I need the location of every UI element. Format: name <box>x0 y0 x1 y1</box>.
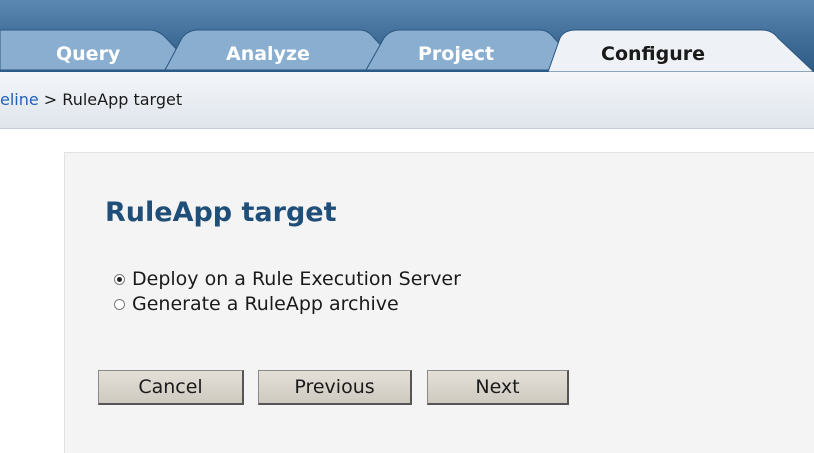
breadcrumb-link[interactable]: eline <box>0 90 39 109</box>
option-generate-archive-label: Generate a RuleApp archive <box>132 293 399 315</box>
option-generate-archive[interactable]: Generate a RuleApp archive <box>114 293 399 315</box>
tab-analyze[interactable]: Analyze <box>226 43 310 65</box>
option-deploy-res-label: Deploy on a Rule Execution Server <box>132 268 461 290</box>
tab-configure[interactable]: Configure <box>601 43 705 65</box>
breadcrumb-separator: > <box>38 90 63 109</box>
tab-query[interactable]: Query <box>56 43 120 65</box>
page-title: RuleApp target <box>105 197 337 228</box>
radio-generate-archive[interactable] <box>114 298 125 310</box>
option-deploy-res[interactable]: Deploy on a Rule Execution Server <box>114 268 461 290</box>
radio-deploy-res[interactable] <box>114 273 125 285</box>
previous-button[interactable]: Previous <box>258 370 412 405</box>
breadcrumb: eline > RuleApp target <box>0 90 182 109</box>
tab-project[interactable]: Project <box>418 43 494 65</box>
next-button[interactable]: Next <box>427 370 569 405</box>
cancel-button[interactable]: Cancel <box>98 370 244 405</box>
breadcrumb-current: RuleApp target <box>62 90 183 109</box>
